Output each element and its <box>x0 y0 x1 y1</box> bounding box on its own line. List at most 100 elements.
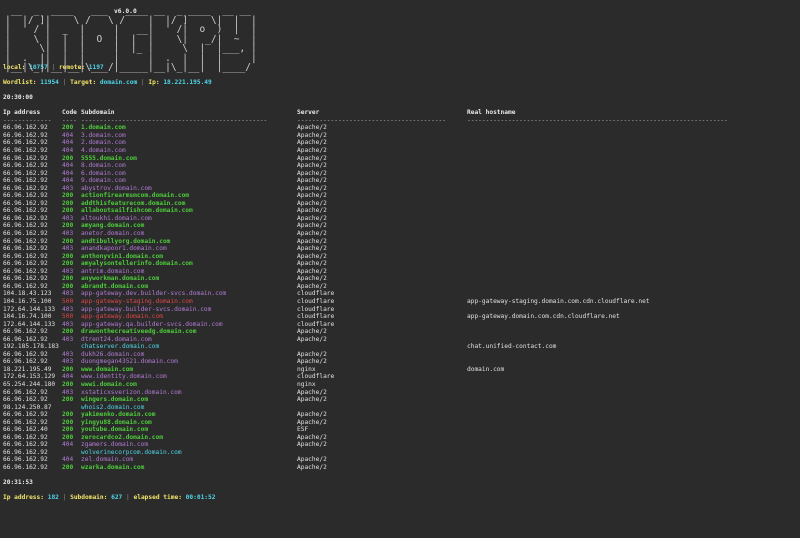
real-hostname-cell <box>467 441 797 449</box>
subdomain-cell: wolverinecorpcom.domain.com <box>81 448 182 456</box>
ip-address-cell: 66.96.162.92 <box>3 358 48 366</box>
subdomain-cell: 9.domain.com <box>81 177 126 185</box>
server-cell: cloudflare <box>297 305 335 313</box>
subdomain-cell: 2.domain.com <box>81 139 126 147</box>
table-row: 66.96.162.92 200 allaboutsailfishcom.domai… <box>3 207 797 215</box>
table-row: 66.96.162.92 403 anetor.domain.com Apache/2 <box>3 230 797 238</box>
status-code-cell <box>62 449 81 457</box>
table-row: 66.96.162.92 200 actionfirearmsmcom.domain… <box>3 192 797 200</box>
real-hostname-cell <box>467 306 797 314</box>
ip-address-cell: 66.96.162.92 <box>3 147 48 155</box>
ip-address-cell: 66.96.162.92 <box>3 245 48 253</box>
status-code-cell: 404 <box>62 162 74 170</box>
server-cell <box>297 343 467 351</box>
server-cell: Apache/2 <box>297 237 327 245</box>
ip-address-cell: 66.96.162.92 <box>3 418 48 426</box>
server-cell: Apache/2 <box>297 162 327 170</box>
server-cell: Apache/2 <box>297 139 327 147</box>
real-hostname-cell <box>467 404 797 412</box>
table-row: 66.96.162.92 200 5555.domain.com Apache/2 <box>3 155 797 163</box>
table-row: 65.254.244.180 200 wwwi.domain.com nginx <box>3 381 797 389</box>
server-cell: Apache/2 <box>297 169 327 177</box>
subdomain-cell: www.identity.domain.com <box>81 373 167 381</box>
status-code-cell: 200 <box>62 282 74 290</box>
server-cell: Apache/2 <box>297 441 327 449</box>
subdomain-cell: duongmegan43521.domain.com <box>81 358 178 366</box>
subdomain-cell: 1.domain.com <box>81 124 126 132</box>
table-row: 66.96.162.92 200 1.domain.com Apache/2 <box>3 124 797 132</box>
real-hostname-cell <box>467 162 797 170</box>
subdomain-cell: app-gateway.builder-svcs.domain.com <box>81 305 212 313</box>
server-cell: Apache/2 <box>297 275 327 283</box>
ip-address-cell: 66.96.162.92 <box>3 433 48 441</box>
status-code-cell: 404 <box>62 441 74 449</box>
status-code-cell: 404 <box>62 373 74 381</box>
server-cell: Apache/2 <box>297 433 327 441</box>
ip-address-cell: 66.96.162.92 <box>3 448 48 456</box>
subdomain-cell: anyworkman.domain.com <box>81 275 160 283</box>
server-cell: ESF <box>297 426 309 434</box>
server-cell: Apache/2 <box>297 184 327 192</box>
wordlist-target-line: Wordlist: 11954 | Target: domain.com | I… <box>3 79 212 87</box>
ip-address-cell: 66.96.162.92 <box>3 335 48 343</box>
real-hostname-cell <box>467 283 797 291</box>
real-hostname-cell <box>467 456 797 464</box>
status-code-cell: 404 <box>62 131 74 139</box>
server-cell: Apache/2 <box>297 222 327 230</box>
subdomain-cell: 6.domain.com <box>81 169 126 177</box>
ip-address-cell: 66.96.162.92 <box>3 260 48 268</box>
status-code-cell: 200 <box>62 365 74 373</box>
real-hostname-cell <box>467 336 797 344</box>
table-row: 66.96.162.92 200 wzarka.domain.com Apache/2 <box>3 464 797 472</box>
ip-address-cell: 104.18.43.123 <box>3 290 52 298</box>
subdomain-cell: app-gateway-staging.domain.com <box>81 297 193 305</box>
ip-address-cell: 66.96.162.92 <box>3 441 48 449</box>
table-row: 192.185.178.183 chatserver.domain.com chat… <box>3 343 797 351</box>
server-cell: Apache/2 <box>297 154 327 162</box>
status-code-cell: 404 <box>62 177 74 185</box>
status-code-cell: 200 <box>62 426 74 434</box>
subdomain-cell: allaboutsailfishcom.domain.com <box>81 207 193 215</box>
real-hostname-cell <box>467 328 797 336</box>
server-cell: Apache/2 <box>297 418 327 426</box>
server-cell: cloudflare <box>297 297 335 305</box>
table-row: 66.96.162.92 200 zerocardco2.domain.com Apa… <box>3 434 797 442</box>
table-row: 66.96.162.92 403 xstaticxsverizon.domain.c… <box>3 389 797 397</box>
subdomain-cell: 5555.domain.com <box>81 154 137 162</box>
real-hostname-cell <box>467 449 797 457</box>
table-row: 66.96.162.92 404 8.domain.com Apache/2 <box>3 162 797 170</box>
ip-address-cell: 66.96.162.92 <box>3 184 48 192</box>
table-row: 66.96.162.40 200 youtube.domain.com ESF <box>3 426 797 434</box>
server-cell: Apache/2 <box>297 282 327 290</box>
real-hostname-cell <box>467 419 797 427</box>
server-cell: cloudflare <box>297 373 335 381</box>
real-hostname-cell <box>467 170 797 178</box>
server-cell: Apache/2 <box>297 328 327 336</box>
table-row: 66.96.162.92 403 dukh26.domain.com Apache/2 <box>3 351 797 359</box>
server-cell: Apache/2 <box>297 131 327 139</box>
ip-address-cell: 66.96.162.92 <box>3 282 48 290</box>
end-time: 20:31:53 <box>3 479 33 487</box>
real-hostname-cell <box>467 139 797 147</box>
subdomain-cell: 4.domain.com <box>81 147 126 155</box>
subdomain-cell: anetor.domain.com <box>81 230 145 238</box>
real-hostname-cell <box>467 230 797 238</box>
subdomain-cell: zerocardco2.domain.com <box>81 433 163 441</box>
real-hostname-cell <box>467 434 797 442</box>
status-code-cell: 200 <box>62 199 74 207</box>
ip-address-cell: 66.96.162.92 <box>3 177 48 185</box>
subdomain-cell: zel.domain.com <box>81 456 134 464</box>
server-cell: Apache/2 <box>297 411 327 419</box>
table-row: 66.96.162.92 200 amyang.domain.com Apache/2 <box>3 222 797 230</box>
real-hostname-cell: app-gateway-staging.domain.com.cdn.cloud… <box>467 297 650 305</box>
ip-address-cell: 104.16.74.100 <box>3 313 52 321</box>
real-hostname-cell <box>467 132 797 140</box>
status-code-cell: 200 <box>62 463 74 471</box>
status-code-cell: 403 <box>62 245 74 253</box>
server-cell: Apache/2 <box>297 177 327 185</box>
subdomain-cell: andtibullyorg.domain.com <box>81 237 171 245</box>
subdomain-cell: drawonthecreativeedg.domain.com <box>81 328 197 336</box>
subdomain-cell: zgamers.domain.com <box>81 441 149 449</box>
real-hostname-cell <box>467 185 797 193</box>
server-cell: Apache/2 <box>297 350 327 358</box>
